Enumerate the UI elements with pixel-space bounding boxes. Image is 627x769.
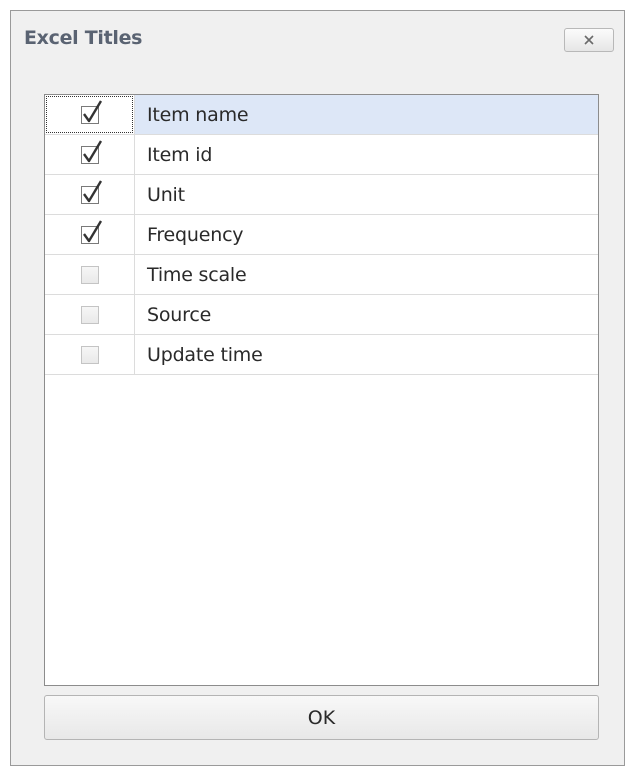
list-item-label: Frequency xyxy=(147,223,244,246)
list-item[interactable]: Time scale xyxy=(45,255,598,295)
list-item-label: Item name xyxy=(147,103,249,126)
list-item-label: Item id xyxy=(147,143,213,166)
close-icon xyxy=(583,34,595,46)
titles-checklist: Item name Item id Unit Frequency Time sc… xyxy=(44,94,599,686)
checkbox-cell[interactable] xyxy=(45,135,135,174)
list-item[interactable]: Frequency xyxy=(45,215,598,255)
list-item[interactable]: Item id xyxy=(45,135,598,175)
checkbox[interactable] xyxy=(80,99,102,124)
list-item-label: Source xyxy=(147,303,212,326)
checkbox[interactable] xyxy=(80,179,102,204)
checkbox-cell[interactable] xyxy=(45,215,135,254)
checkmark-icon xyxy=(82,179,102,202)
checkmark-icon xyxy=(82,219,102,242)
checkbox-cell[interactable] xyxy=(45,175,135,214)
checkbox[interactable] xyxy=(80,265,99,284)
close-button[interactable] xyxy=(564,28,614,52)
checkbox[interactable] xyxy=(80,219,102,244)
list-item[interactable]: Source xyxy=(45,295,598,335)
checkbox-cell[interactable] xyxy=(45,95,135,134)
checkbox-cell[interactable] xyxy=(45,335,135,374)
checkbox-cell[interactable] xyxy=(45,295,135,334)
checkbox[interactable] xyxy=(80,345,99,364)
list-item-label: Time scale xyxy=(147,263,247,286)
list-item[interactable]: Update time xyxy=(45,335,598,375)
checkbox-cell[interactable] xyxy=(45,255,135,294)
list-item[interactable]: Item name xyxy=(45,95,598,135)
checkmark-icon xyxy=(82,139,102,162)
excel-titles-dialog: Excel Titles Item name Item id Unit Freq… xyxy=(10,10,625,766)
dialog-title: Excel Titles xyxy=(24,27,143,49)
title-bar[interactable]: Excel Titles xyxy=(11,11,624,71)
list-item-label: Update time xyxy=(147,343,263,366)
list-item-label: Unit xyxy=(147,183,185,206)
ok-button[interactable]: OK xyxy=(44,695,599,740)
checkbox[interactable] xyxy=(80,139,102,164)
list-item[interactable]: Unit xyxy=(45,175,598,215)
checkbox[interactable] xyxy=(80,305,99,324)
checkmark-icon xyxy=(82,99,102,122)
